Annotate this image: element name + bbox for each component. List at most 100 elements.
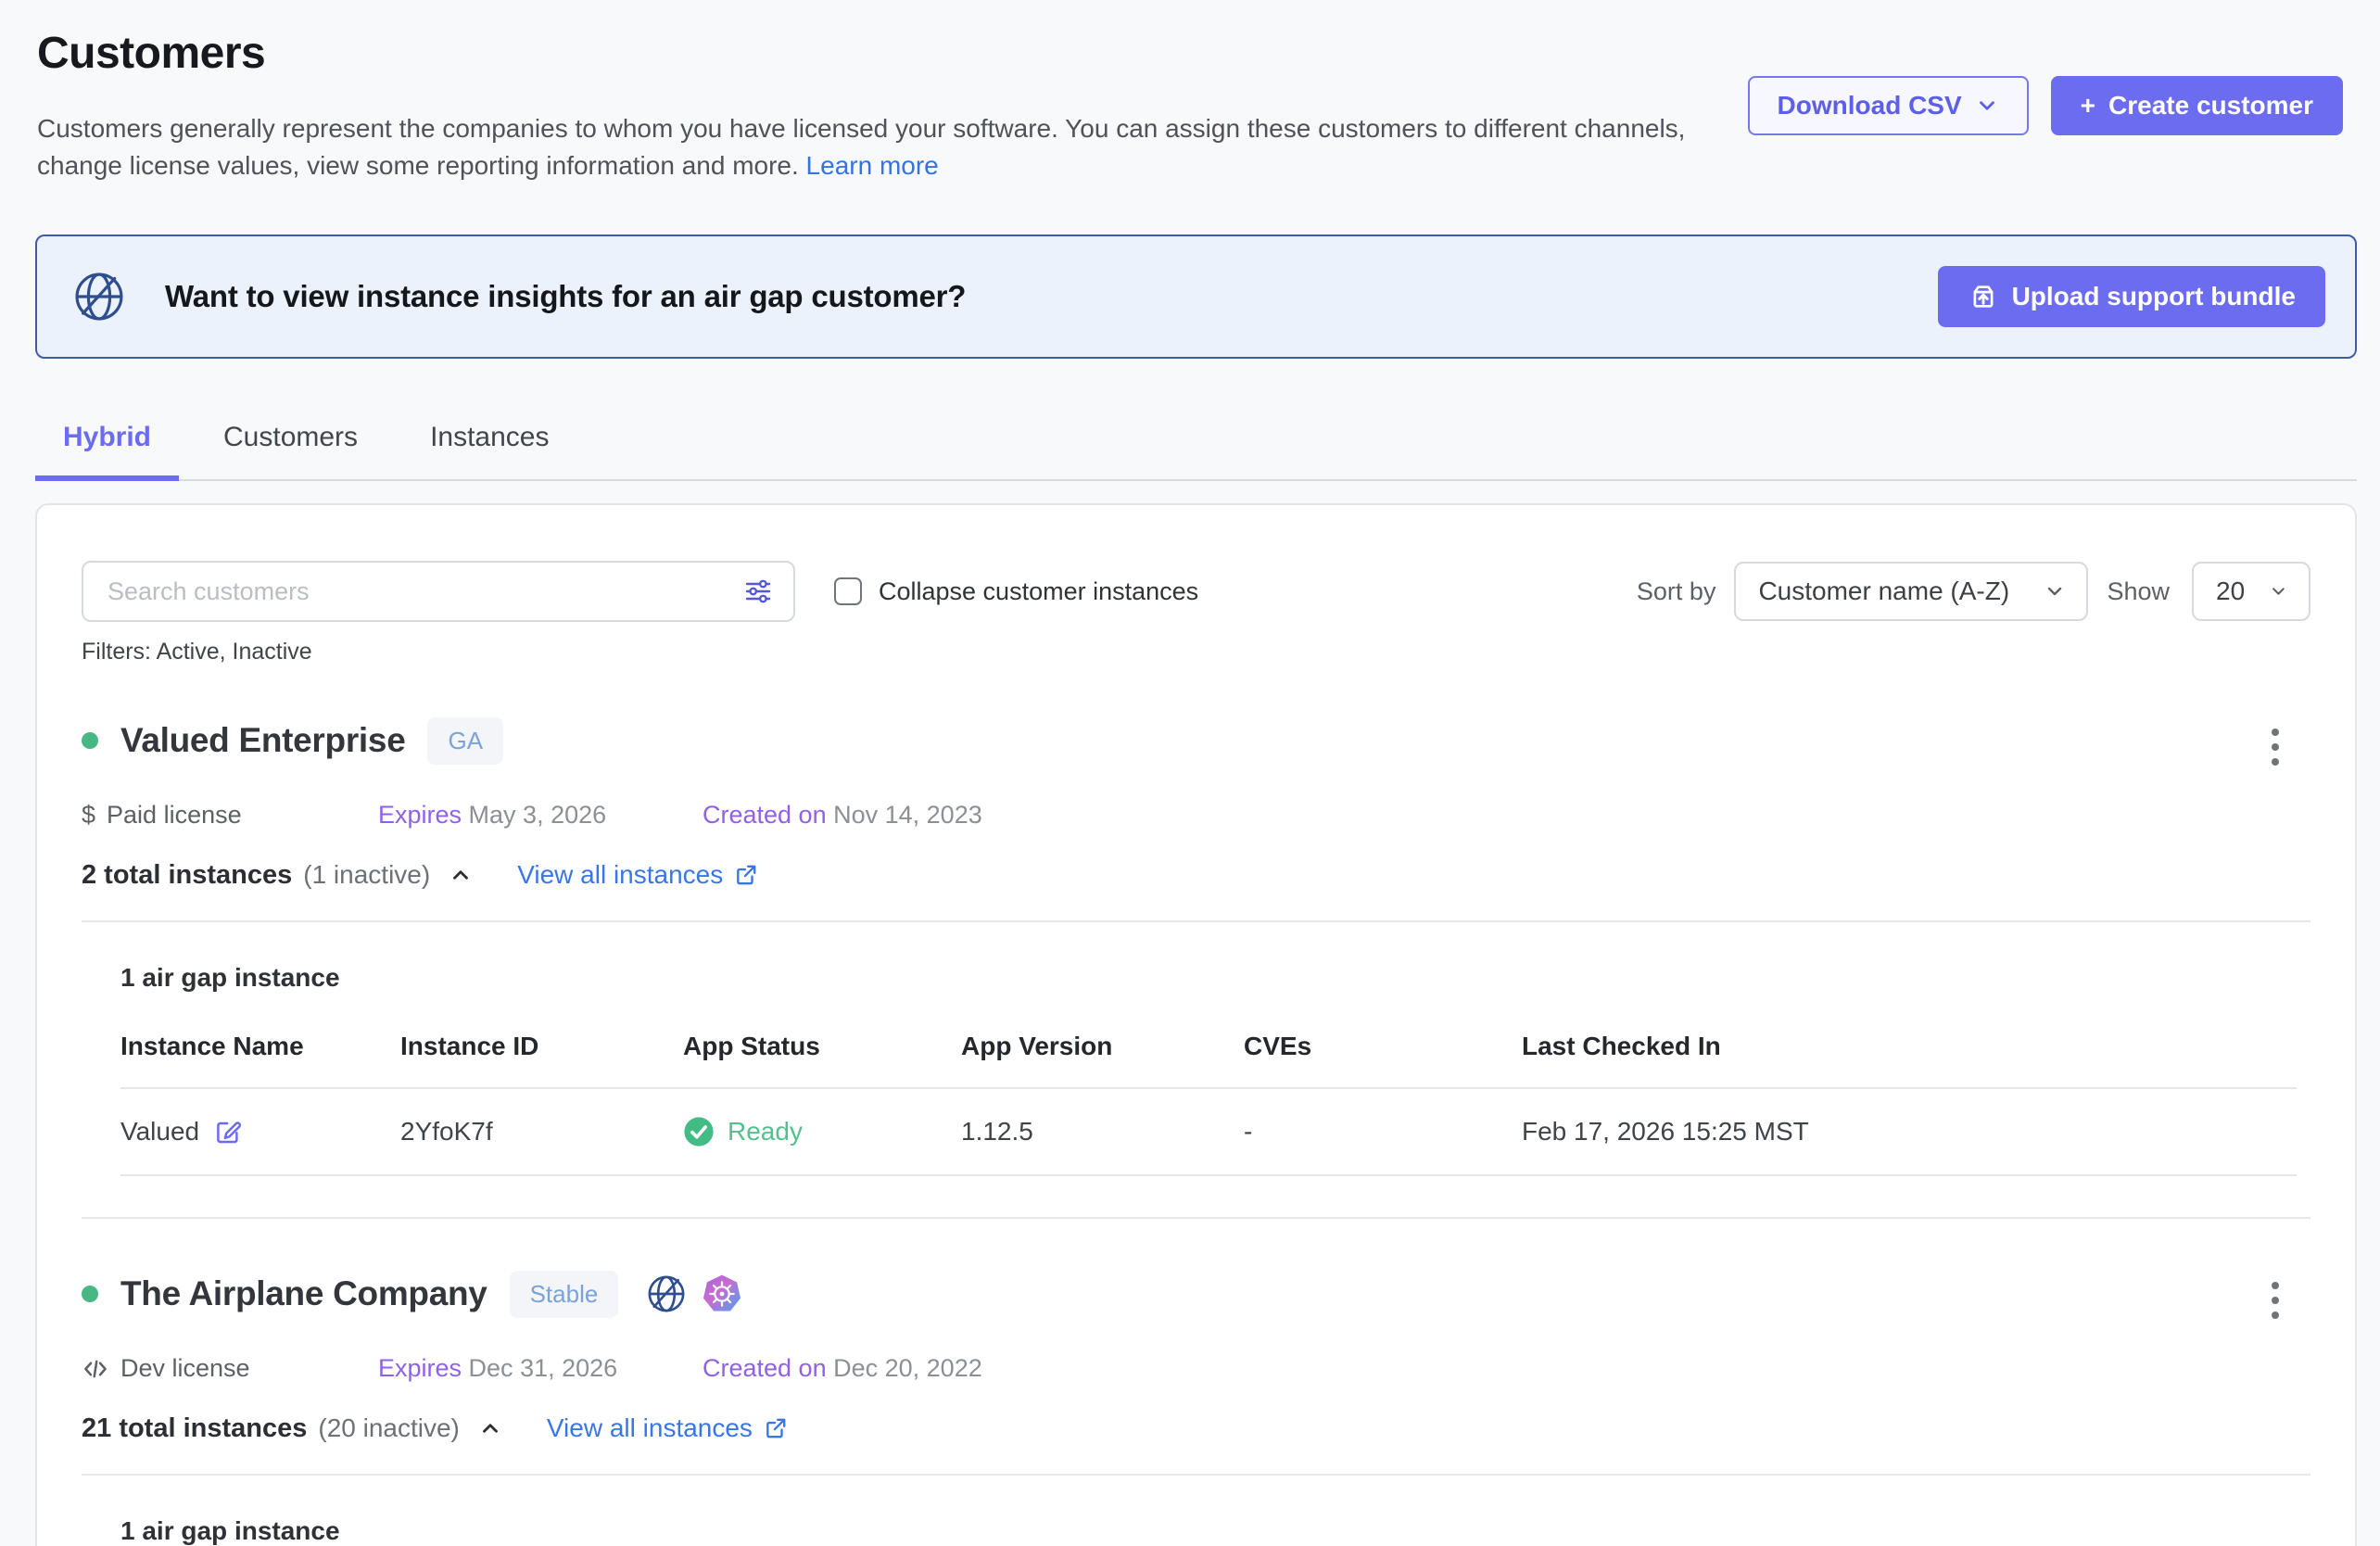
- col-instance-name: Instance Name: [120, 1032, 400, 1061]
- instances-summary: 21 total instances (20 inactive) View al…: [82, 1413, 2310, 1444]
- customers-card: Collapse customer instances Sort by Cust…: [35, 503, 2357, 1546]
- page-description: Customers generally represent the compan…: [37, 110, 1696, 184]
- learn-more-link[interactable]: Learn more: [806, 151, 939, 180]
- external-link-icon: [764, 1416, 788, 1440]
- chevron-down-icon: [2269, 580, 2288, 602]
- upload-icon: [1968, 281, 1999, 312]
- active-status-dot: [82, 1286, 98, 1302]
- code-icon: [82, 1355, 109, 1383]
- col-app-version: App Version: [961, 1032, 1244, 1061]
- dollar-icon: $: [82, 801, 95, 830]
- page-header-text: Customers Customers generally represent …: [37, 28, 1696, 184]
- customer-row-valued-enterprise: Valued Enterprise GA $ Paid license Expi…: [82, 706, 2310, 1219]
- cell-cves: -: [1244, 1117, 1522, 1147]
- search-input[interactable]: [108, 577, 743, 606]
- download-csv-label: Download CSV: [1778, 91, 1962, 120]
- kubernetes-icon: [702, 1274, 742, 1314]
- channel-badge: Stable: [510, 1271, 619, 1318]
- customer-name[interactable]: Valued Enterprise: [120, 721, 405, 760]
- license-type-label: Paid license: [107, 801, 242, 830]
- toolbar-right: Sort by Customer name (A-Z) Show 20: [1637, 562, 2310, 621]
- collapse-instances-checkbox-group[interactable]: Collapse customer instances: [834, 577, 1198, 606]
- chevron-down-icon: [1975, 94, 1999, 118]
- customer-header: Valued Enterprise GA: [82, 706, 2310, 775]
- view-all-instances-label: View all instances: [547, 1413, 753, 1443]
- cell-instance-id: 2YfoK7f: [400, 1117, 683, 1147]
- view-all-instances-link[interactable]: View all instances: [517, 860, 758, 890]
- plus-icon: +: [2081, 91, 2095, 120]
- expires-date: May 3, 2026: [469, 801, 607, 829]
- show-value: 20: [2216, 577, 2245, 606]
- view-all-instances-link[interactable]: View all instances: [547, 1413, 788, 1443]
- chevron-down-icon: [2044, 580, 2066, 602]
- collapse-instances-label: Collapse customer instances: [879, 577, 1198, 606]
- expires-date: Dec 31, 2026: [469, 1354, 618, 1382]
- expires-label: Expires: [378, 1354, 462, 1382]
- cell-last-checked-in: Feb 17, 2026 15:25 MST: [1522, 1117, 2297, 1147]
- customer-actions-menu-button[interactable]: [2262, 1273, 2288, 1328]
- upload-support-bundle-button[interactable]: Upload support bundle: [1938, 266, 2325, 327]
- instances-total: 21 total instances: [82, 1413, 307, 1444]
- cell-instance-name: Valued: [120, 1117, 400, 1147]
- app-status-value: Ready: [728, 1117, 803, 1147]
- airgap-banner-title: Want to view instance insights for an ai…: [165, 279, 966, 314]
- customer-row-the-airplane-company: The Airplane Company Stable: [82, 1260, 2310, 1546]
- filter-sliders-icon[interactable]: [743, 577, 773, 606]
- page-title: Customers: [37, 28, 1696, 79]
- instances-summary: 2 total instances (1 inactive) View all …: [82, 859, 2310, 891]
- license-type: $ Paid license: [82, 801, 378, 830]
- created-label: Created on: [703, 801, 827, 829]
- table-row: Valued 2YfoK7f Ready 1.12.5 - Feb 17, 20…: [120, 1089, 2297, 1176]
- check-circle-icon: [683, 1116, 715, 1147]
- airgap-globe-icon: [646, 1274, 687, 1314]
- instances-total: 2 total instances: [82, 860, 292, 891]
- view-all-instances-label: View all instances: [517, 860, 723, 890]
- collapse-section-toggle[interactable]: [445, 859, 476, 891]
- channel-badge: GA: [427, 717, 503, 765]
- expires-field: Expires May 3, 2026: [378, 801, 647, 830]
- show-select[interactable]: 20: [2192, 562, 2310, 621]
- table-header-row: Instance Name Instance ID App Status App…: [120, 1032, 2297, 1089]
- search-box: [82, 561, 795, 622]
- license-type: Dev license: [82, 1354, 378, 1383]
- upload-support-bundle-label: Upload support bundle: [2012, 282, 2296, 311]
- customer-feature-icons: [646, 1274, 742, 1314]
- header-actions: Download CSV + Create customer: [1748, 76, 2343, 184]
- tab-hybrid[interactable]: Hybrid: [35, 412, 179, 481]
- toolbar: Collapse customer instances Sort by Cust…: [82, 561, 2310, 622]
- sort-by-value: Customer name (A-Z): [1758, 577, 2019, 606]
- license-type-label: Dev license: [120, 1354, 250, 1383]
- expires-label: Expires: [378, 801, 462, 829]
- cell-app-status: Ready: [683, 1116, 961, 1147]
- cell-app-version: 1.12.5: [961, 1117, 1244, 1147]
- airgap-instances-heading: 1 air gap instance: [120, 963, 2310, 993]
- collapse-instances-checkbox[interactable]: [834, 577, 862, 605]
- active-status-dot: [82, 732, 98, 749]
- created-field: Created on Dec 20, 2022: [703, 1354, 971, 1383]
- expires-field: Expires Dec 31, 2026: [378, 1354, 647, 1383]
- tab-instances[interactable]: Instances: [402, 412, 576, 481]
- collapse-section-toggle[interactable]: [475, 1413, 506, 1444]
- sort-by-select[interactable]: Customer name (A-Z): [1734, 562, 2088, 621]
- customer-name[interactable]: The Airplane Company: [120, 1274, 487, 1313]
- divider: [82, 1474, 2310, 1476]
- airgap-globe-icon: [72, 270, 126, 323]
- create-customer-label: Create customer: [2108, 91, 2313, 120]
- download-csv-button[interactable]: Download CSV: [1748, 76, 2029, 135]
- created-label: Created on: [703, 1354, 827, 1382]
- customer-actions-menu-button[interactable]: [2262, 719, 2288, 775]
- customer-meta: Dev license Expires Dec 31, 2026 Created…: [82, 1354, 2310, 1383]
- create-customer-button[interactable]: + Create customer: [2051, 76, 2343, 135]
- created-field: Created on Nov 14, 2023: [703, 801, 971, 830]
- col-app-status: App Status: [683, 1032, 961, 1061]
- instances-inactive: (20 inactive): [318, 1413, 460, 1443]
- airgap-instances-heading: 1 air gap instance: [120, 1516, 2310, 1546]
- chevron-up-icon: [478, 1416, 502, 1440]
- customer-section-divider: [82, 1217, 2310, 1219]
- divider: [82, 920, 2310, 922]
- edit-icon[interactable]: [214, 1118, 242, 1146]
- created-date: Nov 14, 2023: [833, 801, 982, 829]
- instance-name-value: Valued: [120, 1117, 199, 1147]
- col-last-checked-in: Last Checked In: [1522, 1032, 2297, 1061]
- tab-customers[interactable]: Customers: [196, 412, 386, 481]
